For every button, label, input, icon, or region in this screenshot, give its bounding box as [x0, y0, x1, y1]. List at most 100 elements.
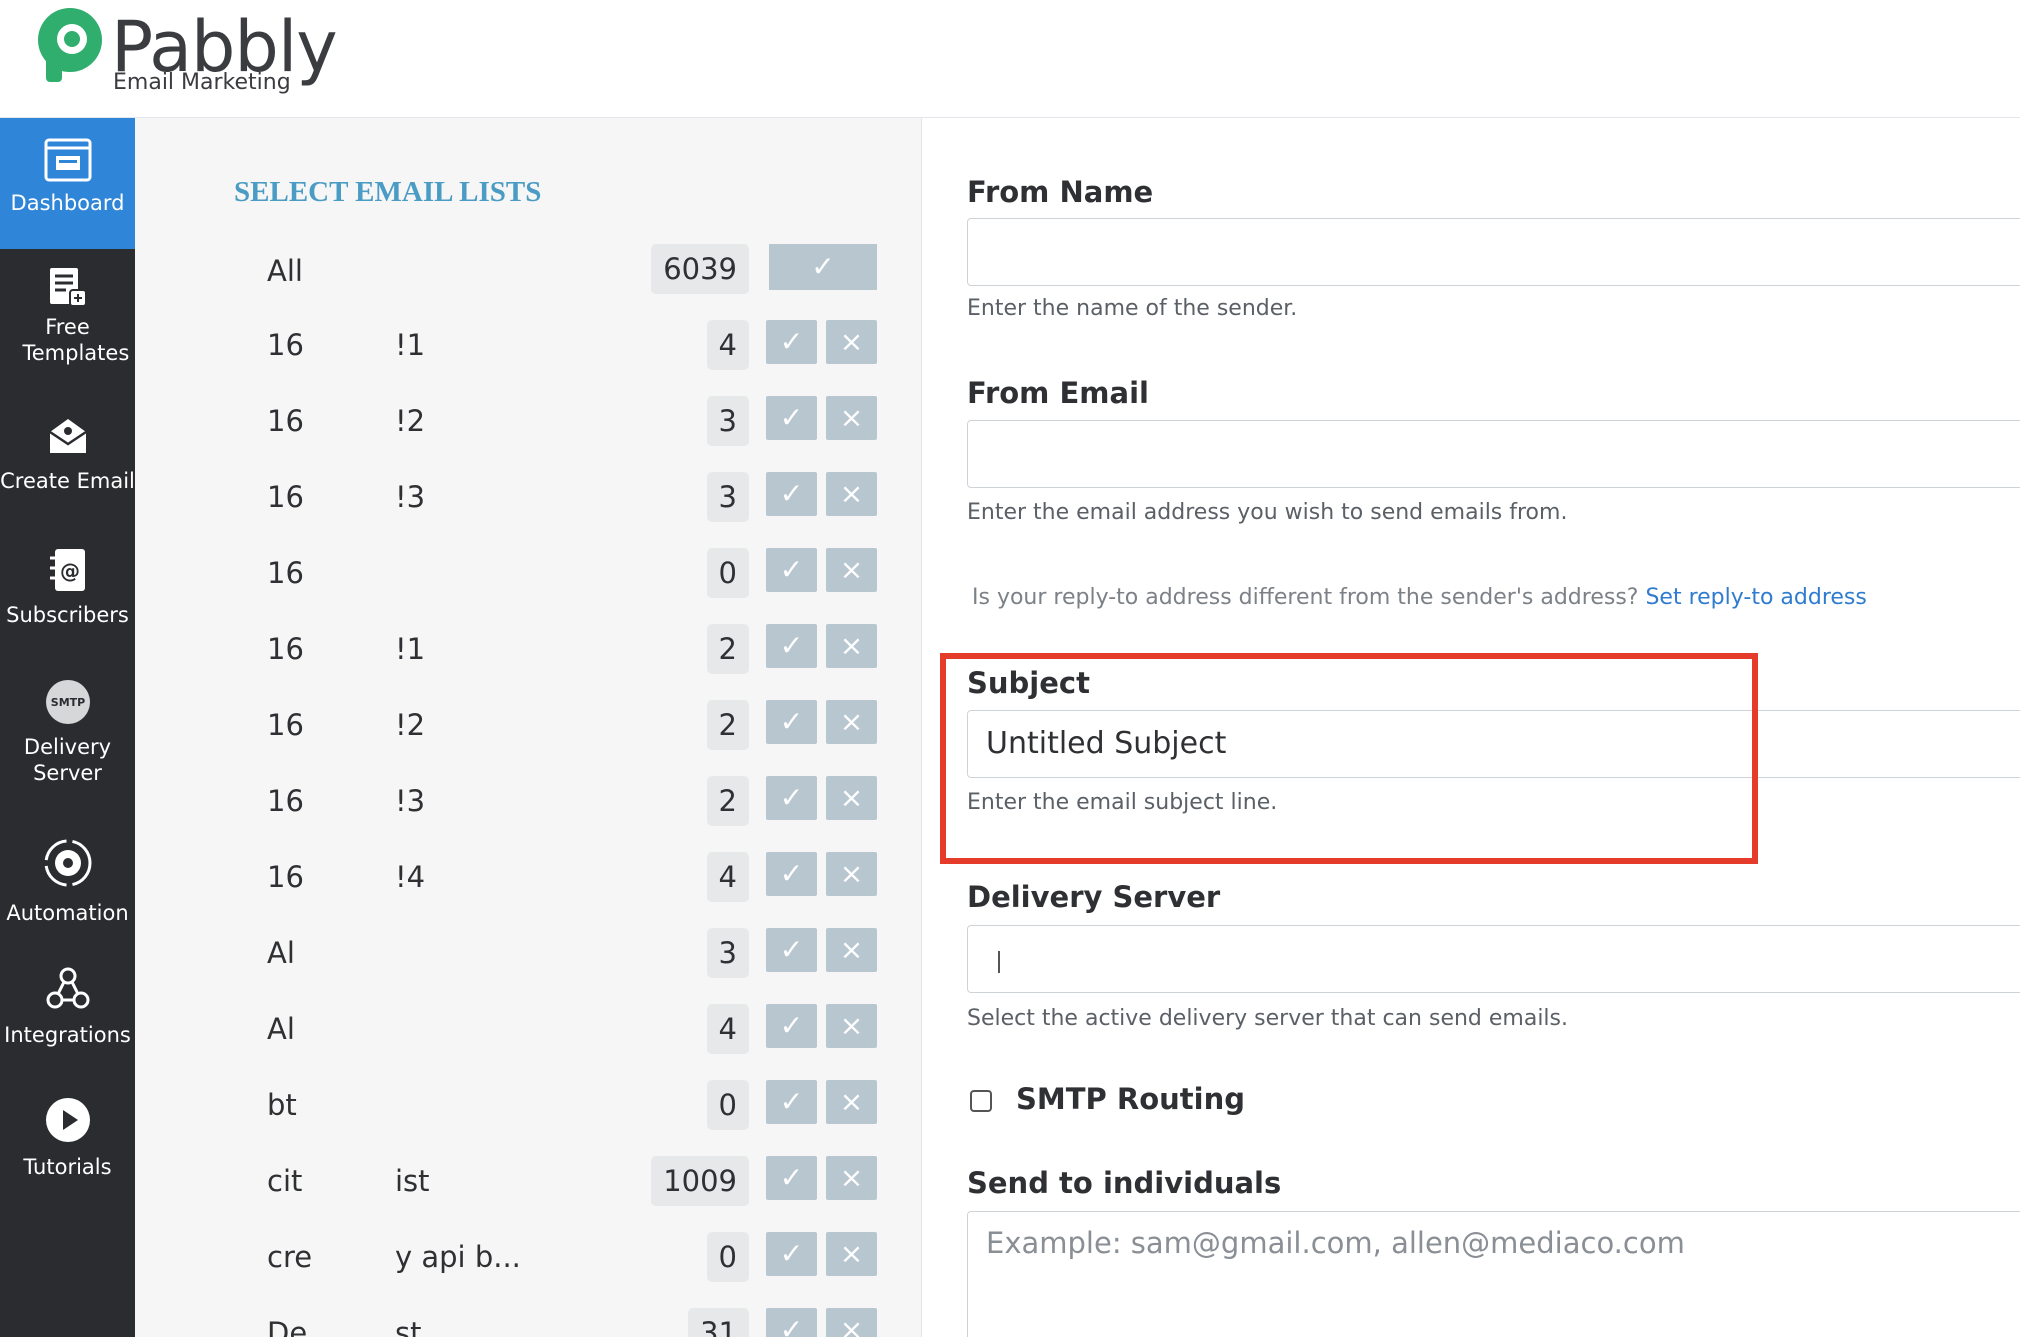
- list-name: 16: [267, 328, 304, 362]
- reply-to-question: Is your reply-to address different from …: [972, 585, 1639, 610]
- sidebar: Dashboard Free Templates Create Email @: [0, 118, 135, 1337]
- text-cursor: [998, 951, 1000, 973]
- list-name: 16: [267, 708, 304, 742]
- exclude-list-button[interactable]: ×: [826, 472, 877, 516]
- exclude-list-button[interactable]: ×: [826, 700, 877, 744]
- list-row: De st 31 ✓ ×: [135, 1304, 922, 1337]
- include-list-button[interactable]: ✓: [766, 776, 817, 820]
- delivery-server-select[interactable]: [967, 925, 2020, 993]
- list-count: 4: [706, 1004, 749, 1054]
- list-name-suffix: !1: [395, 632, 426, 666]
- pabbly-logo[interactable]: Pabbly Email Marketing: [32, 6, 338, 102]
- exclude-list-button[interactable]: ×: [826, 1156, 877, 1200]
- list-row: 16 !2 3 ✓ ×: [135, 392, 922, 452]
- send-to-individuals-input[interactable]: Example: sam@gmail.com, allen@mediaco.co…: [967, 1211, 2020, 1337]
- sidebar-item-automation[interactable]: Automation: [0, 836, 135, 946]
- delivery-server-label: Delivery Server: [967, 880, 1221, 914]
- exclude-list-button[interactable]: ×: [826, 928, 877, 972]
- sidebar-item-label: Delivery Server: [23, 735, 112, 785]
- list-count: 31: [688, 1308, 749, 1337]
- include-list-button[interactable]: ✓: [766, 700, 817, 744]
- exclude-list-button[interactable]: ×: [826, 624, 877, 668]
- svg-text:SMTP: SMTP: [50, 696, 84, 709]
- include-list-button[interactable]: ✓: [766, 320, 817, 364]
- include-list-button[interactable]: ✓: [766, 1308, 817, 1337]
- list-count: 2: [706, 624, 749, 674]
- list-count: 3: [706, 472, 749, 522]
- list-name-suffix: !4: [395, 860, 426, 894]
- list-row: 16 !3 3 ✓ ×: [135, 468, 922, 528]
- automation-icon: [44, 839, 91, 887]
- include-list-button[interactable]: ✓: [766, 928, 817, 972]
- set-reply-to-link[interactable]: Set reply-to address: [1645, 585, 1866, 610]
- list-name: Al: [267, 936, 295, 970]
- sidebar-item-subscribers[interactable]: @ Subscribers: [0, 546, 135, 646]
- list-count: 3: [706, 928, 749, 978]
- smtp-routing-label: SMTP Routing: [1016, 1082, 1245, 1116]
- subscribers-icon: @: [49, 549, 85, 591]
- select-all-button[interactable]: ✓: [769, 244, 877, 290]
- list-row: bt 0 ✓ ×: [135, 1076, 922, 1136]
- include-list-button[interactable]: ✓: [766, 1156, 817, 1200]
- include-list-button[interactable]: ✓: [766, 1232, 817, 1276]
- sidebar-item-integrations[interactable]: Integrations: [0, 966, 135, 1076]
- list-name-suffix: !3: [395, 784, 426, 818]
- exclude-list-button[interactable]: ×: [826, 852, 877, 896]
- list-name: 16: [267, 784, 304, 818]
- sidebar-item-label: Integrations: [4, 1023, 131, 1047]
- list-name-suffix: ist: [395, 1164, 430, 1198]
- include-list-button[interactable]: ✓: [766, 1004, 817, 1048]
- list-row-all: All 6039 ✓: [135, 240, 922, 300]
- email-lists-panel: SELECT EMAIL LISTS All 6039 ✓ 16 !1 4 ✓ …: [135, 118, 922, 1337]
- from-email-input[interactable]: [967, 420, 2020, 488]
- list-name-suffix: !1: [395, 328, 426, 362]
- app-header: Pabbly Email Marketing: [0, 0, 2020, 118]
- exclude-list-button[interactable]: ×: [826, 1308, 877, 1337]
- list-row: 16 !1 4 ✓ ×: [135, 316, 922, 376]
- list-name-suffix: y api b...: [395, 1240, 521, 1274]
- list-count: 6039: [651, 244, 749, 294]
- exclude-list-button[interactable]: ×: [826, 548, 877, 592]
- from-name-help: Enter the name of the sender.: [967, 296, 1298, 321]
- from-name-input[interactable]: [967, 218, 2020, 286]
- exclude-list-button[interactable]: ×: [826, 1232, 877, 1276]
- include-list-button[interactable]: ✓: [766, 1080, 817, 1124]
- svg-text:@: @: [60, 559, 80, 583]
- sidebar-item-label: Free Templates: [22, 315, 130, 365]
- sidebar-item-label: Subscribers: [6, 603, 129, 627]
- list-count: 2: [706, 700, 749, 750]
- list-count: 0: [706, 548, 749, 598]
- list-name: bt: [267, 1088, 297, 1122]
- send-to-individuals-label: Send to individuals: [967, 1166, 1282, 1200]
- smtp-routing-checkbox[interactable]: [970, 1090, 992, 1112]
- list-name: 16: [267, 860, 304, 894]
- exclude-list-button[interactable]: ×: [826, 320, 877, 364]
- list-row: 16 !1 2 ✓ ×: [135, 620, 922, 680]
- sidebar-item-create-email[interactable]: Create Email: [0, 416, 135, 516]
- include-list-button[interactable]: ✓: [766, 396, 817, 440]
- sidebar-item-tutorials[interactable]: Tutorials: [0, 1096, 135, 1206]
- exclude-list-button[interactable]: ×: [826, 396, 877, 440]
- exclude-list-button[interactable]: ×: [826, 776, 877, 820]
- include-list-button[interactable]: ✓: [766, 852, 817, 896]
- email-lists-title: SELECT EMAIL LISTS: [234, 176, 542, 208]
- sidebar-item-label: Dashboard: [10, 191, 125, 215]
- pabbly-p-icon: [38, 8, 102, 82]
- dashboard-icon: [44, 138, 91, 182]
- include-list-button[interactable]: ✓: [766, 548, 817, 592]
- exclude-list-button[interactable]: ×: [826, 1080, 877, 1124]
- include-list-button[interactable]: ✓: [766, 472, 817, 516]
- delivery-server-help: Select the active delivery server that c…: [967, 1006, 1569, 1031]
- templates-icon: [49, 268, 87, 307]
- include-list-button[interactable]: ✓: [766, 624, 817, 668]
- play-icon: [45, 1098, 90, 1142]
- sidebar-item-delivery-server[interactable]: SMTP Delivery Server: [0, 678, 135, 808]
- sidebar-item-dashboard[interactable]: Dashboard: [0, 118, 135, 249]
- list-name: All: [267, 254, 303, 288]
- subject-highlight-box: [940, 653, 1758, 864]
- from-name-label: From Name: [967, 175, 1154, 209]
- sidebar-item-free-templates[interactable]: Free Templates: [0, 266, 135, 386]
- exclude-list-button[interactable]: ×: [826, 1004, 877, 1048]
- from-email-help: Enter the email address you wish to send…: [967, 500, 1568, 525]
- list-count: 4: [706, 320, 749, 370]
